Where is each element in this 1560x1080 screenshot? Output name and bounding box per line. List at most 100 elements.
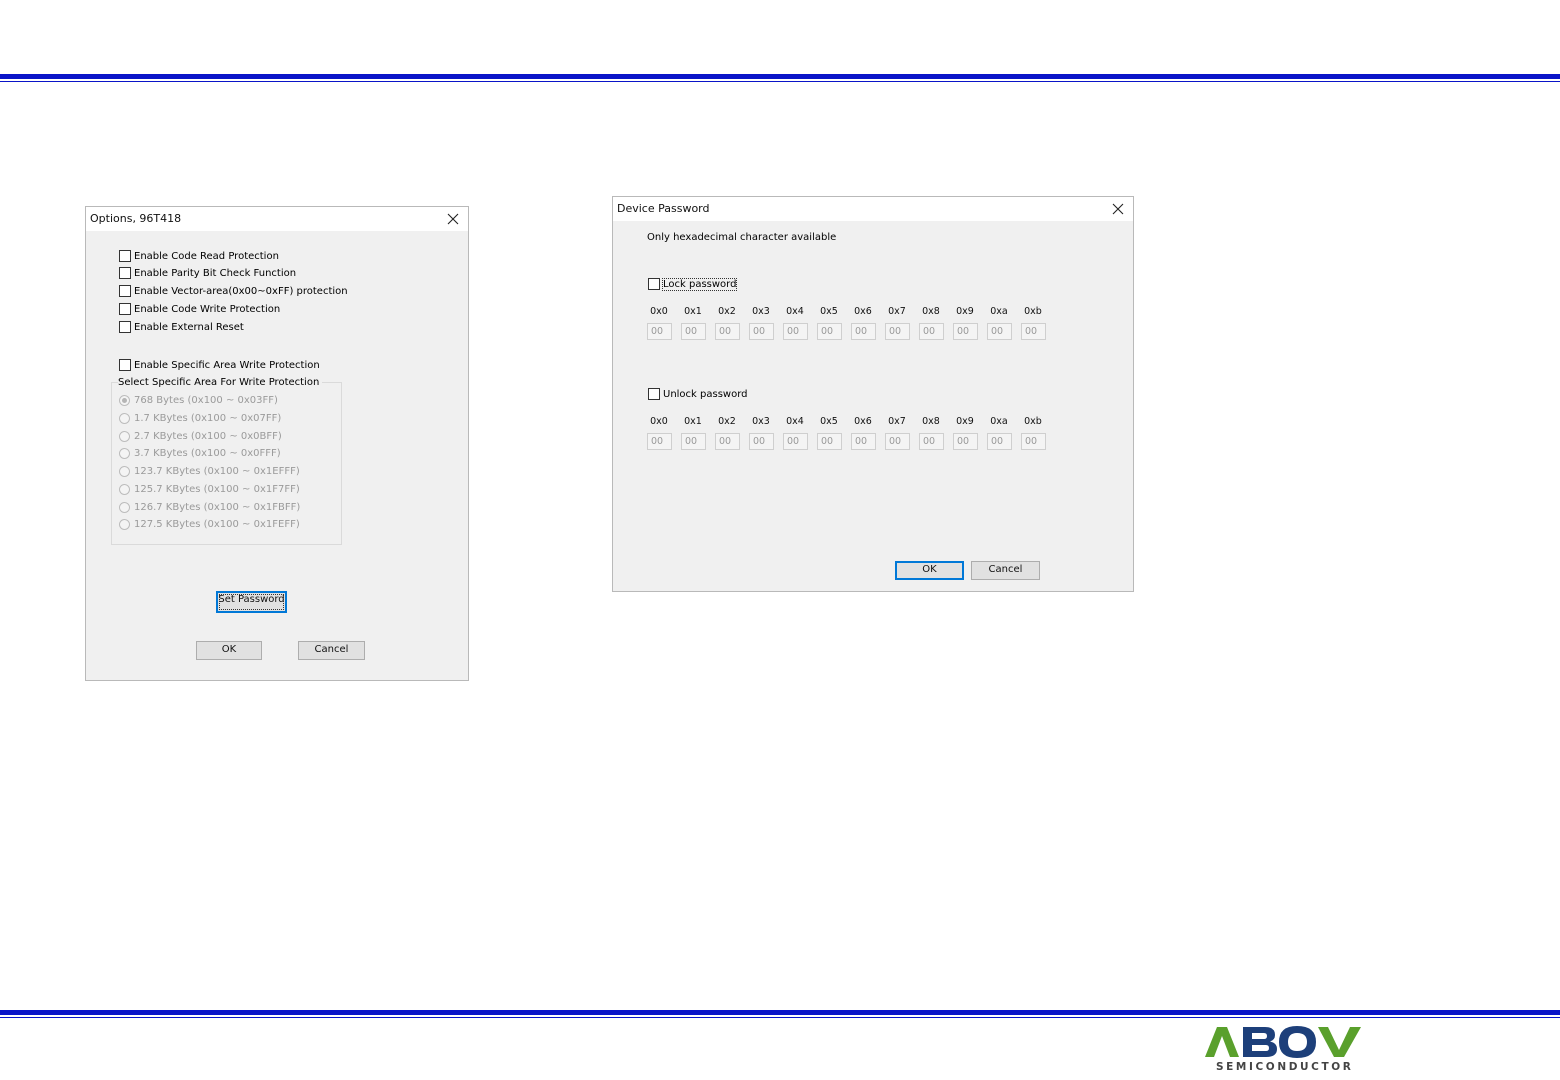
radio-dot[interactable] xyxy=(119,431,130,442)
radio-dot[interactable] xyxy=(119,502,130,513)
checkbox-vector-area-protection[interactable]: Enable Vector-area(0x00~0xFF) protection xyxy=(119,285,348,297)
checkbox-box[interactable] xyxy=(119,267,131,279)
ok-button[interactable]: OK xyxy=(196,641,262,660)
byte-label-0x0: 0x0 xyxy=(650,416,668,427)
logo-tagline: SEMICONDUCTOR xyxy=(1216,1061,1353,1073)
radio-125-7-kbytes[interactable]: 125.7 KBytes (0x100 ~ 0x1F7FF) xyxy=(119,484,300,495)
byte-input-0x5[interactable]: 00 xyxy=(817,323,842,340)
byte-input-0x5[interactable]: 00 xyxy=(817,433,842,450)
radio-123-7-kbytes[interactable]: 123.7 KBytes (0x100 ~ 0x1EFFF) xyxy=(119,466,300,477)
set-password-button[interactable]: Set Password xyxy=(216,591,287,613)
checkbox-label: Enable Parity Bit Check Function xyxy=(134,267,297,279)
password-titlebar: Device Password xyxy=(613,197,1133,221)
byte-label-0x6: 0x6 xyxy=(854,416,872,427)
abov-logo-mark: SEMICONDUCTOR xyxy=(1205,1026,1361,1073)
byte-input-0x3[interactable]: 00 xyxy=(749,433,774,450)
byte-input-0x9[interactable]: 00 xyxy=(953,323,978,340)
options-dialog: Options, 96T418 Enable Code Read Protect… xyxy=(85,206,469,681)
checkbox-box[interactable] xyxy=(648,388,660,400)
byte-input-0x8[interactable]: 00 xyxy=(919,323,944,340)
radio-dot[interactable] xyxy=(119,448,130,459)
checkbox-label: Enable Specific Area Write Protection xyxy=(134,359,320,371)
radio-label: 2.7 KBytes (0x100 ~ 0x0BFF) xyxy=(134,431,282,442)
byte-label-0x5: 0x5 xyxy=(820,306,838,317)
byte-input-0x4[interactable]: 00 xyxy=(783,433,808,450)
byte-input-0x7[interactable]: 00 xyxy=(885,433,910,450)
radio-label: 123.7 KBytes (0x100 ~ 0x1EFFF) xyxy=(134,466,300,477)
radio-2-7-kbytes[interactable]: 2.7 KBytes (0x100 ~ 0x0BFF) xyxy=(119,431,282,442)
checkbox-lock-password[interactable]: Lock password xyxy=(648,277,738,291)
footer-rule xyxy=(0,1010,1560,1018)
byte-input-0x6[interactable]: 00 xyxy=(851,433,876,450)
byte-label-0x5: 0x5 xyxy=(820,416,838,427)
byte-input-0x0[interactable]: 00 xyxy=(647,323,672,340)
radio-label: 126.7 KBytes (0x100 ~ 0x1FBFF) xyxy=(134,502,301,513)
byte-label-0x2: 0x2 xyxy=(718,416,736,427)
close-icon[interactable] xyxy=(1111,202,1125,216)
byte-label-0x9: 0x9 xyxy=(956,416,974,427)
header-rule xyxy=(0,74,1560,82)
byte-label-0xa: 0xa xyxy=(990,306,1008,317)
byte-label-0x3: 0x3 xyxy=(752,306,770,317)
byte-label-0x8: 0x8 xyxy=(922,416,940,427)
byte-label-0x0: 0x0 xyxy=(650,306,668,317)
radio-126-7-kbytes[interactable]: 126.7 KBytes (0x100 ~ 0x1FBFF) xyxy=(119,502,300,513)
radio-3-7-kbytes[interactable]: 3.7 KBytes (0x100 ~ 0x0FFF) xyxy=(119,448,281,459)
cancel-button[interactable]: Cancel xyxy=(298,641,365,660)
byte-label-0x1: 0x1 xyxy=(684,416,702,427)
byte-label-0x1: 0x1 xyxy=(684,306,702,317)
byte-input-0x1[interactable]: 00 xyxy=(681,323,706,340)
byte-input-0x4[interactable]: 00 xyxy=(783,323,808,340)
byte-input-0xb[interactable]: 00 xyxy=(1021,323,1046,340)
byte-label-0x7: 0x7 xyxy=(888,416,906,427)
byte-label-0x3: 0x3 xyxy=(752,416,770,427)
byte-input-0x2[interactable]: 00 xyxy=(715,323,740,340)
byte-label-0xb: 0xb xyxy=(1024,306,1042,317)
cancel-button[interactable]: Cancel xyxy=(971,561,1040,580)
checkbox-box[interactable] xyxy=(119,285,131,297)
checkbox-label: Enable External Reset xyxy=(134,321,244,333)
checkbox-external-reset[interactable]: Enable External Reset xyxy=(119,321,244,333)
checkbox-box[interactable] xyxy=(648,278,660,290)
checkbox-specific-area-write-protection[interactable]: Enable Specific Area Write Protection xyxy=(119,359,320,371)
byte-input-0x1[interactable]: 00 xyxy=(681,433,706,450)
byte-label-0x6: 0x6 xyxy=(854,306,872,317)
checkbox-box[interactable] xyxy=(119,303,131,315)
byte-input-0x6[interactable]: 00 xyxy=(851,323,876,340)
close-icon[interactable] xyxy=(446,212,460,226)
byte-input-0xa[interactable]: 00 xyxy=(987,323,1012,340)
ok-button[interactable]: OK xyxy=(895,561,964,580)
checkbox-label: Unlock password xyxy=(663,388,748,400)
checkbox-unlock-password[interactable]: Unlock password xyxy=(648,388,748,400)
byte-label-0x9: 0x9 xyxy=(956,306,974,317)
byte-input-0x0[interactable]: 00 xyxy=(647,433,672,450)
radio-768-bytes[interactable]: 768 Bytes (0x100 ~ 0x03FF) xyxy=(119,395,278,406)
radio-dot[interactable] xyxy=(119,413,130,424)
checkbox-box[interactable] xyxy=(119,250,131,262)
byte-input-0xa[interactable]: 00 xyxy=(987,433,1012,450)
checkbox-parity-bit-check[interactable]: Enable Parity Bit Check Function xyxy=(119,267,296,279)
radio-dot[interactable] xyxy=(119,484,130,495)
radio-127-5-kbytes[interactable]: 127.5 KBytes (0x100 ~ 0x1FEFF) xyxy=(119,519,300,530)
byte-input-0x7[interactable]: 00 xyxy=(885,323,910,340)
byte-label-0x7: 0x7 xyxy=(888,306,906,317)
checkbox-code-write-protection[interactable]: Enable Code Write Protection xyxy=(119,303,280,315)
radio-dot[interactable] xyxy=(119,466,130,477)
byte-input-0xb[interactable]: 00 xyxy=(1021,433,1046,450)
radio-label: 768 Bytes (0x100 ~ 0x03FF) xyxy=(134,395,278,406)
options-title: Options, 96T418 xyxy=(90,212,182,225)
byte-input-0x2[interactable]: 00 xyxy=(715,433,740,450)
checkbox-box[interactable] xyxy=(119,321,131,333)
checkbox-code-read-protection[interactable]: Enable Code Read Protection xyxy=(119,250,279,262)
radio-dot[interactable] xyxy=(119,395,130,406)
byte-label-0xa: 0xa xyxy=(990,416,1008,427)
radio-dot[interactable] xyxy=(119,519,130,530)
byte-input-0x9[interactable]: 00 xyxy=(953,433,978,450)
byte-label-0x4: 0x4 xyxy=(786,306,804,317)
byte-label-0x2: 0x2 xyxy=(718,306,736,317)
radio-label: 3.7 KBytes (0x100 ~ 0x0FFF) xyxy=(134,448,281,459)
checkbox-box[interactable] xyxy=(119,359,131,371)
byte-input-0x3[interactable]: 00 xyxy=(749,323,774,340)
radio-1-7-kbytes[interactable]: 1.7 KBytes (0x100 ~ 0x07FF) xyxy=(119,413,281,424)
byte-input-0x8[interactable]: 00 xyxy=(919,433,944,450)
